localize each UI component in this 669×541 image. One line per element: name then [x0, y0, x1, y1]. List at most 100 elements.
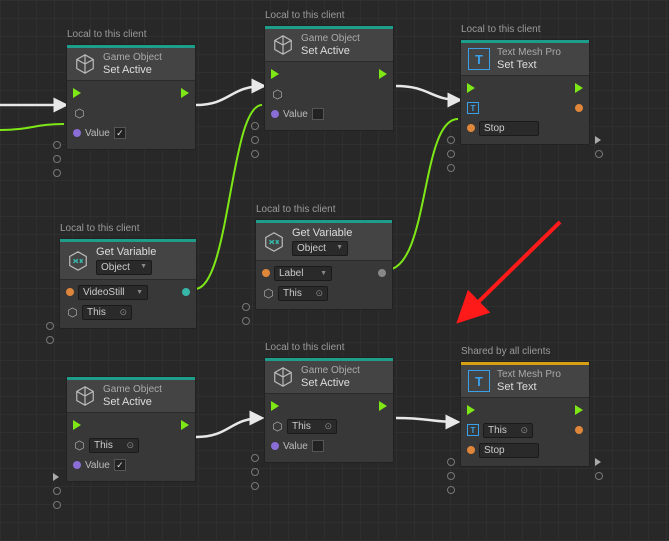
flow-out-port[interactable] — [379, 69, 387, 79]
port-hollow[interactable] — [251, 122, 259, 130]
port-hollow[interactable] — [251, 482, 259, 490]
side-outputs — [595, 458, 603, 480]
variable-name-dropdown[interactable]: VideoStill▼ — [78, 285, 148, 300]
port-hollow[interactable] — [53, 501, 61, 509]
flow-out-port[interactable] — [181, 420, 189, 430]
port-hollow[interactable] — [242, 317, 250, 325]
node-title: Set Text — [497, 381, 561, 394]
node-category: Text Mesh Pro — [497, 369, 561, 381]
node-set-text-1[interactable]: Local to this client T Text Mesh Pro Set… — [460, 39, 590, 145]
target-field[interactable]: This⊙ — [278, 286, 328, 301]
variable-icon — [66, 249, 90, 273]
flow-in-port[interactable] — [73, 420, 81, 430]
port-hollow[interactable] — [447, 150, 455, 158]
port-tri[interactable] — [53, 473, 59, 481]
node-get-variable-1[interactable]: Local to this client Get Variable Object… — [59, 238, 197, 329]
flow-out-port[interactable] — [575, 405, 583, 415]
target-field[interactable]: This⊙ — [483, 423, 533, 438]
side-inputs — [46, 322, 54, 344]
input-port[interactable] — [262, 269, 270, 277]
port-hollow[interactable] — [46, 322, 54, 330]
node-header[interactable]: T Text Mesh Pro Set Text — [461, 43, 589, 76]
output-port[interactable] — [182, 288, 190, 296]
input-port[interactable] — [271, 110, 279, 118]
port-hollow[interactable] — [447, 136, 455, 144]
node-title: Get Variable — [292, 227, 352, 240]
input-port[interactable] — [467, 124, 475, 132]
node-category: Game Object — [103, 384, 162, 396]
node-set-active-1[interactable]: Local to this client Game Object Set Act… — [66, 44, 196, 150]
scope-dropdown[interactable]: Object▼ — [96, 260, 152, 276]
output-port[interactable] — [378, 269, 386, 277]
node-context-label: Local to this client — [265, 10, 345, 21]
input-port[interactable] — [73, 129, 81, 137]
port-hollow[interactable] — [251, 150, 259, 158]
flow-in-port[interactable] — [467, 83, 475, 93]
node-set-active-2[interactable]: Local to this client Game Object Set Act… — [264, 25, 394, 131]
port-hollow[interactable] — [53, 169, 61, 177]
target-field[interactable]: This⊙ — [287, 419, 337, 434]
port-hollow[interactable] — [595, 150, 603, 158]
node-header[interactable]: Game Object Set Active — [67, 48, 195, 81]
port-hollow[interactable] — [53, 141, 61, 149]
port-hollow[interactable] — [447, 164, 455, 172]
text-field[interactable]: Stop — [479, 443, 539, 458]
port-hollow[interactable] — [251, 468, 259, 476]
scope-dropdown[interactable]: Object▼ — [292, 241, 348, 257]
cube-icon — [271, 365, 295, 389]
flow-out-port[interactable] — [181, 88, 189, 98]
output-port[interactable] — [575, 104, 583, 112]
variable-name-dropdown[interactable]: Label▼ — [274, 266, 332, 281]
node-header[interactable]: Game Object Set Active — [265, 361, 393, 394]
port-hollow[interactable] — [242, 303, 250, 311]
node-header[interactable]: Game Object Set Active — [67, 380, 195, 413]
node-context-label: Local to this client — [265, 342, 345, 353]
flow-out-port[interactable] — [575, 83, 583, 93]
port-hollow[interactable] — [447, 486, 455, 494]
cube-icon — [271, 88, 283, 100]
port-tri[interactable] — [595, 136, 601, 144]
port-hollow[interactable] — [46, 336, 54, 344]
node-title: Set Active — [301, 377, 360, 390]
node-set-active-4[interactable]: Local to this client Game Object Set Act… — [264, 357, 394, 463]
port-hollow[interactable] — [447, 472, 455, 480]
text-field[interactable]: Stop — [479, 121, 539, 136]
value-checkbox[interactable] — [312, 440, 324, 452]
side-inputs — [251, 122, 259, 158]
node-header[interactable]: Get Variable Object▼ — [60, 242, 196, 280]
port-hollow[interactable] — [53, 487, 61, 495]
value-checkbox[interactable] — [312, 108, 324, 120]
port-hollow[interactable] — [53, 155, 61, 163]
flow-in-port[interactable] — [271, 401, 279, 411]
input-port[interactable] — [73, 461, 81, 469]
value-checkbox[interactable]: ✓ — [114, 127, 126, 139]
output-port[interactable] — [575, 426, 583, 434]
port-hollow[interactable] — [251, 136, 259, 144]
side-inputs — [447, 458, 455, 494]
side-inputs — [447, 136, 455, 172]
port-hollow[interactable] — [447, 458, 455, 466]
input-port[interactable] — [66, 288, 74, 296]
cube-icon — [262, 287, 274, 299]
port-hollow[interactable] — [251, 454, 259, 462]
side-inputs — [242, 303, 250, 325]
node-set-text-2[interactable]: Shared by all clients T Text Mesh Pro Se… — [460, 361, 590, 467]
port-label: Value — [85, 460, 110, 471]
node-context-label: Local to this client — [461, 24, 541, 35]
node-header[interactable]: Game Object Set Active — [265, 29, 393, 62]
port-hollow[interactable] — [595, 472, 603, 480]
input-port[interactable] — [271, 442, 279, 450]
node-header[interactable]: Get Variable Object▼ — [256, 223, 392, 261]
node-get-variable-2[interactable]: Local to this client Get Variable Object… — [255, 219, 393, 310]
value-checkbox[interactable]: ✓ — [114, 459, 126, 471]
flow-in-port[interactable] — [73, 88, 81, 98]
flow-out-port[interactable] — [379, 401, 387, 411]
port-tri[interactable] — [595, 458, 601, 466]
flow-in-port[interactable] — [467, 405, 475, 415]
flow-in-port[interactable] — [271, 69, 279, 79]
target-field[interactable]: This⊙ — [82, 305, 132, 320]
node-header[interactable]: T Text Mesh Pro Set Text — [461, 365, 589, 398]
node-set-active-3[interactable]: Game Object Set Active This⊙ Value ✓ — [66, 376, 196, 482]
target-field[interactable]: This⊙ — [89, 438, 139, 453]
input-port[interactable] — [467, 446, 475, 454]
